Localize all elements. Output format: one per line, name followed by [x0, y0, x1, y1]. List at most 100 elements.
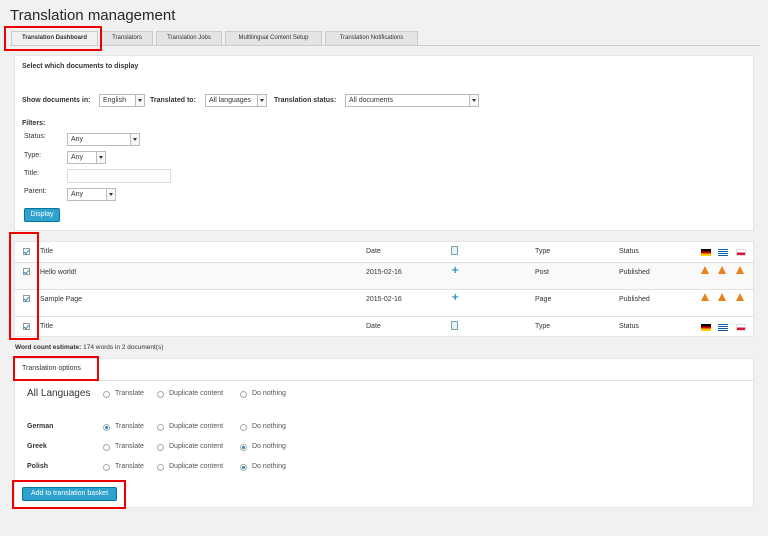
greek-flag-icon	[718, 249, 728, 256]
tab-translation-notifications[interactable]: Translation Notifications	[325, 31, 418, 45]
polish-translate-label: Translate	[115, 463, 144, 470]
add-translation-icon[interactable]: +	[451, 266, 459, 276]
highlight-box-tab	[4, 26, 102, 51]
chevron-down-icon	[96, 152, 105, 163]
warning-icon[interactable]	[701, 293, 709, 301]
title-column-header[interactable]: Title	[40, 248, 53, 255]
word-count-label: Word count estimate:	[15, 344, 82, 351]
warning-icon[interactable]	[718, 266, 726, 274]
chevron-down-icon	[135, 95, 144, 106]
show-documents-label: Show documents in:	[22, 97, 91, 104]
greek-flag-icon	[718, 324, 728, 331]
chevron-down-icon	[130, 134, 139, 145]
warning-icon[interactable]	[718, 293, 726, 301]
title-filter-input[interactable]	[67, 169, 171, 183]
date-column-footer: Date	[366, 323, 381, 330]
polish-flag-icon	[736, 249, 746, 256]
polish-translate-radio[interactable]	[103, 464, 110, 471]
translated-to-label: Translated to:	[150, 97, 196, 104]
language-name-polish: Polish	[27, 463, 49, 470]
german-flag-icon	[701, 249, 711, 256]
all-nothing-radio[interactable]	[240, 391, 247, 398]
status-filter-value: Any	[71, 136, 84, 143]
tab-divider	[10, 45, 760, 46]
tab-translation-jobs[interactable]: Translation Jobs	[156, 31, 222, 45]
language-name-german: German	[27, 423, 54, 430]
show-documents-value: English	[103, 97, 126, 104]
type-filter-label: Type:	[24, 152, 42, 159]
all-duplicate-radio[interactable]	[157, 391, 164, 398]
type-column-header: Type	[535, 248, 551, 255]
translation-status-value: All documents	[349, 97, 393, 104]
greek-translate-radio[interactable]	[103, 444, 110, 451]
german-duplicate-label: Duplicate content	[169, 423, 224, 430]
parent-filter-value: Any	[71, 191, 84, 198]
german-nothing-radio[interactable]	[240, 424, 247, 431]
filter-heading: Select which documents to display	[22, 63, 139, 70]
table-row-date: 2015-02-16	[366, 269, 402, 276]
translated-to-select[interactable]: All languages	[205, 94, 267, 107]
table-row-stripe	[15, 263, 753, 289]
word-count: Word count estimate: 174 words in 2 docu…	[15, 344, 163, 351]
table-row-date: 2015-02-16	[366, 296, 402, 303]
status-filter-select[interactable]: Any	[67, 133, 140, 146]
title-column-footer[interactable]: Title	[40, 323, 53, 330]
greek-duplicate-radio[interactable]	[157, 444, 164, 451]
document-icon	[451, 321, 458, 330]
highlight-box-checkboxes	[9, 232, 39, 340]
table-row-type: Post	[535, 269, 550, 276]
german-translate-label: Translate	[115, 423, 144, 430]
german-translate-radio[interactable]	[103, 424, 110, 431]
polish-nothing-radio[interactable]	[240, 464, 247, 471]
all-translate-radio[interactable]	[103, 391, 110, 398]
parent-filter-label: Parent:	[24, 188, 47, 195]
polish-flag-icon	[736, 324, 746, 331]
type-filter-select[interactable]: Any	[67, 151, 106, 164]
warning-icon[interactable]	[701, 266, 709, 274]
word-count-value: 174 words in 2 document(s)	[83, 344, 164, 351]
translation-status-label: Translation status:	[274, 97, 337, 104]
warning-icon[interactable]	[736, 293, 744, 301]
highlight-box-basket	[12, 480, 126, 509]
table-row-type: Page	[535, 296, 552, 303]
tab-multilingual-content-setup[interactable]: Multilingual Content Setup	[225, 31, 322, 45]
polish-duplicate-radio[interactable]	[157, 464, 164, 471]
tab-translators[interactable]: Translators	[101, 31, 153, 45]
greek-nothing-radio[interactable]	[240, 444, 247, 451]
row-divider	[14, 289, 754, 290]
type-filter-value: Any	[71, 154, 84, 161]
all-translate-label: Translate	[115, 390, 144, 397]
status-filter-label: Status:	[24, 133, 46, 140]
german-duplicate-radio[interactable]	[157, 424, 164, 431]
polish-nothing-label: Do nothing	[252, 463, 286, 470]
page-title: Translation management	[10, 7, 176, 24]
date-column-header: Date	[366, 248, 381, 255]
title-filter-label: Title:	[24, 170, 39, 177]
row-divider	[14, 316, 754, 317]
greek-duplicate-label: Duplicate content	[169, 443, 224, 450]
greek-nothing-label: Do nothing	[252, 443, 286, 450]
highlight-box-options	[13, 356, 99, 381]
chevron-down-icon	[106, 189, 115, 200]
translation-status-select[interactable]: All documents	[345, 94, 479, 107]
status-column-header: Status	[619, 248, 639, 255]
parent-filter-select[interactable]: Any	[67, 188, 116, 201]
german-nothing-label: Do nothing	[252, 423, 286, 430]
display-button[interactable]: Display	[24, 208, 60, 222]
table-row-title: Sample Page	[40, 296, 83, 303]
status-column-footer: Status	[619, 323, 639, 330]
all-nothing-label: Do nothing	[252, 390, 286, 397]
greek-translate-label: Translate	[115, 443, 144, 450]
add-translation-icon[interactable]: +	[451, 293, 459, 303]
table-row-status: Published	[619, 269, 650, 276]
table-row-status: Published	[619, 296, 650, 303]
polish-duplicate-label: Duplicate content	[169, 463, 224, 470]
filters-label: Filters:	[22, 120, 46, 127]
show-documents-select[interactable]: English	[99, 94, 145, 107]
all-duplicate-label: Duplicate content	[169, 390, 224, 397]
warning-icon[interactable]	[736, 266, 744, 274]
all-languages-label: All Languages	[27, 388, 91, 399]
chevron-down-icon	[469, 95, 478, 106]
table-row-title: Hello world!	[40, 269, 77, 276]
language-name-greek: Greek	[27, 443, 47, 450]
